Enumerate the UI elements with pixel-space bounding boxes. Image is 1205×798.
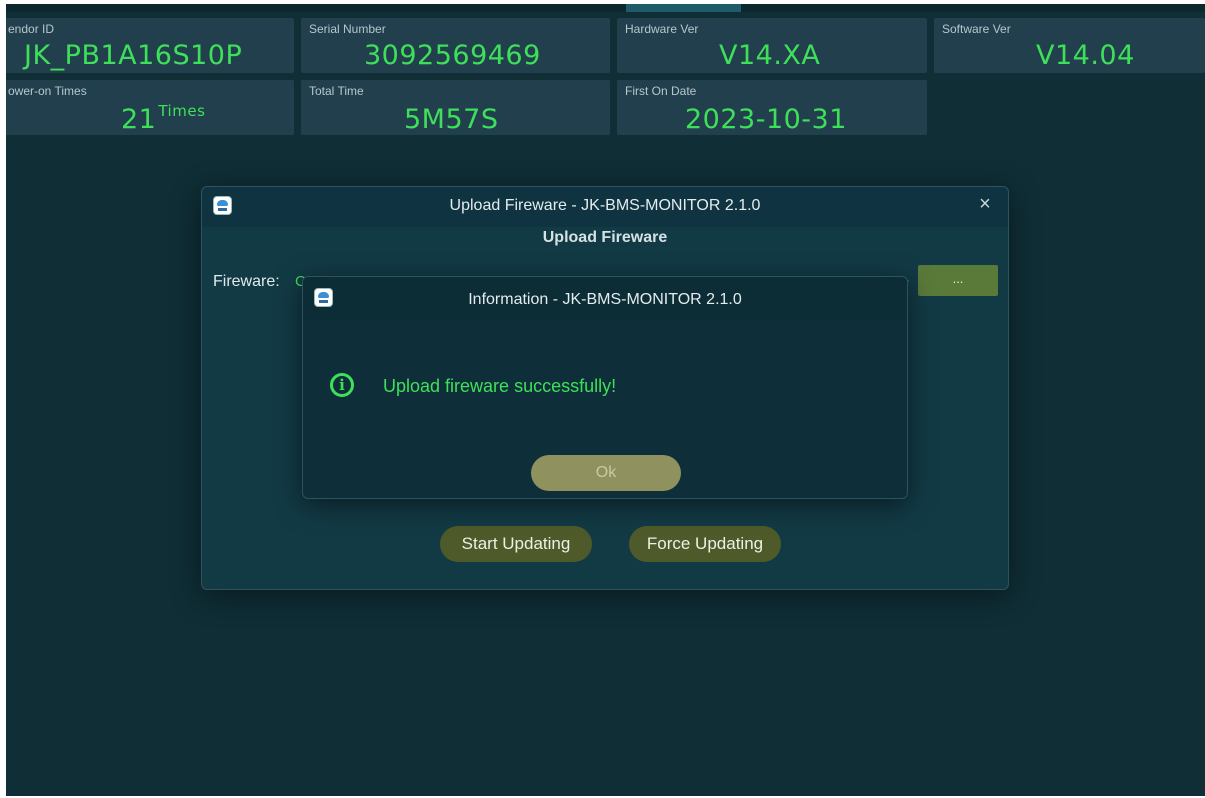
top-tab-strip bbox=[6, 4, 1205, 12]
close-icon[interactable]: × bbox=[976, 194, 994, 214]
info-circle-icon: i bbox=[330, 373, 354, 397]
total-time-value: 5M57S bbox=[404, 104, 499, 135]
serial-number-card: Serial Number 3092569469 bbox=[301, 18, 610, 73]
info-dialog-title: Information - JK-BMS-MONITOR 2.1.0 bbox=[468, 291, 742, 308]
vendor-id-label: endor ID bbox=[8, 22, 55, 36]
info-message: Upload fireware successfully! bbox=[383, 376, 617, 396]
power-on-times-value-wrap: 21 Times bbox=[121, 102, 206, 135]
power-on-times-value: 21 bbox=[121, 104, 157, 135]
hardware-ver-label: Hardware Ver bbox=[625, 22, 699, 36]
power-on-times-unit: Times bbox=[158, 102, 206, 120]
first-on-date-label: First On Date bbox=[625, 84, 697, 98]
fireware-label: Fireware: bbox=[213, 273, 280, 290]
power-on-times-card: ower-on Times 21 Times bbox=[6, 80, 294, 135]
hardware-ver-value: V14.XA bbox=[719, 40, 821, 71]
app-window: endor ID JK_PB1A16S10P Serial Number 309… bbox=[6, 4, 1205, 796]
total-time-label: Total Time bbox=[309, 84, 364, 98]
vendor-id-value: JK_PB1A16S10P bbox=[24, 40, 243, 71]
upload-dialog-title: Upload Fireware - JK-BMS-MONITOR 2.1.0 bbox=[449, 197, 761, 214]
serial-number-label: Serial Number bbox=[309, 22, 386, 36]
hardware-ver-card: Hardware Ver V14.XA bbox=[617, 18, 927, 73]
vendor-id-card: endor ID JK_PB1A16S10P bbox=[6, 18, 294, 73]
information-dialog: Information - JK-BMS-MONITOR 2.1.0 i Upl… bbox=[302, 276, 908, 499]
ok-button[interactable]: Ok bbox=[531, 455, 681, 491]
power-on-times-label: ower-on Times bbox=[8, 84, 87, 98]
serial-number-value: 3092569469 bbox=[364, 40, 541, 71]
start-updating-button[interactable]: Start Updating bbox=[440, 526, 592, 562]
force-updating-button[interactable]: Force Updating bbox=[629, 526, 781, 562]
software-ver-label: Software Ver bbox=[942, 22, 1011, 36]
software-ver-card: Software Ver V14.04 bbox=[934, 18, 1205, 73]
upload-section-title: Upload Fireware bbox=[542, 229, 668, 246]
first-on-date-value: 2023-10-31 bbox=[685, 104, 847, 135]
browse-button[interactable]: ... bbox=[918, 265, 998, 296]
first-on-date-card: First On Date 2023-10-31 bbox=[617, 80, 927, 135]
active-tab-indicator[interactable] bbox=[626, 4, 741, 12]
software-ver-value: V14.04 bbox=[1036, 40, 1135, 71]
total-time-card: Total Time 5M57S bbox=[301, 80, 610, 135]
